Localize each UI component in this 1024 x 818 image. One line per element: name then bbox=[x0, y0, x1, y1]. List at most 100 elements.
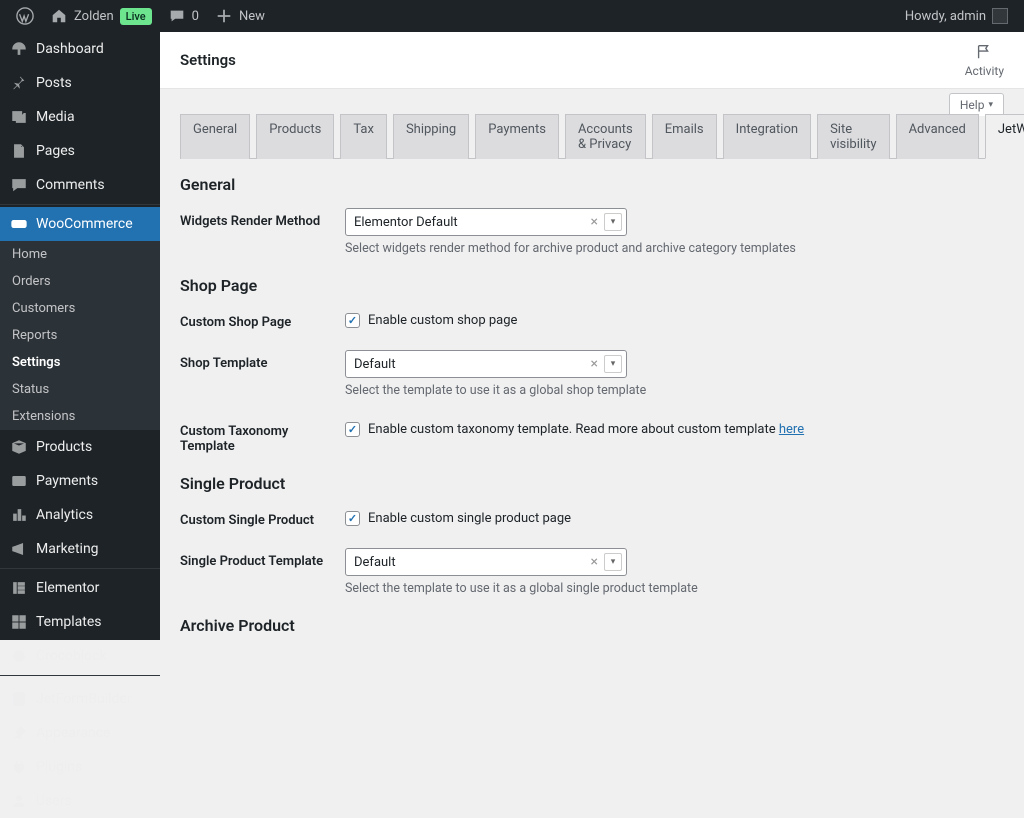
home-icon bbox=[50, 7, 68, 25]
chevron-down-icon[interactable]: ▾ bbox=[604, 213, 622, 231]
comments-count: 0 bbox=[192, 9, 199, 24]
single-template-select[interactable]: Default × ▾ bbox=[345, 548, 627, 576]
taxonomy-link[interactable]: here bbox=[779, 422, 804, 437]
sidebar-item-label: Users bbox=[36, 793, 72, 809]
tab-payments[interactable]: Payments bbox=[475, 114, 559, 159]
sidebar-item-dashboard[interactable]: Dashboard bbox=[0, 32, 160, 66]
sidebar-item-label: Analytics bbox=[36, 507, 93, 523]
sidebar-item-marketing[interactable]: Marketing bbox=[0, 532, 160, 566]
custom-shop-checkbox[interactable] bbox=[345, 313, 360, 328]
sidebar-item-label: Media bbox=[36, 109, 75, 125]
chevron-down-icon[interactable]: ▾ bbox=[604, 355, 622, 373]
submenu-item-reports[interactable]: Reports bbox=[0, 322, 160, 349]
help-toggle[interactable]: Help bbox=[949, 93, 1004, 116]
site-name: Zolden bbox=[74, 9, 114, 24]
admin-bar: Zolden Live 0 New Howdy, admin bbox=[0, 0, 1024, 32]
submenu-item-status[interactable]: Status bbox=[0, 376, 160, 403]
select-value: Default bbox=[354, 357, 396, 372]
sidebar-item-label: Posts bbox=[36, 75, 72, 91]
activity-button[interactable]: Activity bbox=[965, 43, 1004, 78]
flag-icon bbox=[975, 43, 993, 61]
widgets-render-select[interactable]: Elementor Default × ▾ bbox=[345, 208, 627, 236]
tab-advanced[interactable]: Advanced bbox=[896, 114, 979, 159]
submenu-item-customers[interactable]: Customers bbox=[0, 295, 160, 322]
tab-accounts-privacy[interactable]: Accounts & Privacy bbox=[565, 114, 646, 159]
sidebar-item-templates[interactable]: Templates bbox=[0, 605, 160, 639]
shop-template-desc: Select the template to use it as a globa… bbox=[345, 383, 1004, 398]
widgets-render-label: Widgets Render Method bbox=[180, 208, 345, 229]
sidebar-item-comments[interactable]: Comments bbox=[0, 168, 160, 202]
chevron-down-icon[interactable]: ▾ bbox=[604, 553, 622, 571]
page-title: Settings bbox=[180, 51, 236, 69]
submenu-item-extensions[interactable]: Extensions bbox=[0, 403, 160, 430]
sidebar-item-label: JetFormBuilder bbox=[36, 691, 132, 707]
sidebar-item-products[interactable]: Products bbox=[0, 430, 160, 464]
section-heading-single: Single Product bbox=[180, 474, 1004, 493]
megaphone-icon bbox=[10, 540, 28, 558]
settings-tabs: GeneralProductsTaxShippingPaymentsAccoun… bbox=[180, 113, 1004, 159]
sidebar-item-analytics[interactable]: Analytics bbox=[0, 498, 160, 532]
card-icon bbox=[10, 472, 28, 490]
tab-products[interactable]: Products bbox=[256, 114, 334, 159]
sidebar-item-media[interactable]: Media bbox=[0, 100, 160, 134]
new-label: New bbox=[239, 9, 265, 24]
tab-integration[interactable]: Integration bbox=[723, 114, 811, 159]
sidebar-item-label: Plugins bbox=[36, 759, 82, 775]
tab-tax[interactable]: Tax bbox=[340, 114, 387, 159]
sidebar-item-elementor[interactable]: Elementor bbox=[0, 571, 160, 605]
clear-icon[interactable]: × bbox=[587, 214, 602, 230]
comments-link[interactable]: 0 bbox=[160, 0, 207, 32]
wordpress-icon bbox=[16, 7, 34, 25]
comment-icon bbox=[10, 176, 28, 194]
select-value: Elementor Default bbox=[354, 215, 458, 230]
sidebar-item-label: Marketing bbox=[36, 541, 99, 557]
sidebar-item-label: Appearance bbox=[36, 725, 110, 741]
custom-single-checkbox[interactable] bbox=[345, 511, 360, 526]
avatar bbox=[992, 8, 1008, 24]
sidebar-item-jetformbuilder[interactable]: JetFormBuilder bbox=[0, 682, 160, 716]
sidebar-item-label: Elementor bbox=[36, 580, 99, 596]
taxonomy-cb-text: Enable custom taxonomy template. Read mo… bbox=[368, 422, 804, 437]
submenu-item-orders[interactable]: Orders bbox=[0, 268, 160, 295]
sidebar-item-payments[interactable]: Payments bbox=[0, 464, 160, 498]
submenu-item-home[interactable]: Home bbox=[0, 241, 160, 268]
sidebar-item-label: Crocoblock bbox=[36, 648, 107, 664]
taxonomy-label: Custom Taxonomy Template bbox=[180, 418, 345, 454]
tab-shipping[interactable]: Shipping bbox=[393, 114, 469, 159]
shop-template-select[interactable]: Default × ▾ bbox=[345, 350, 627, 378]
media-icon bbox=[10, 108, 28, 126]
tab-emails[interactable]: Emails bbox=[652, 114, 717, 159]
box-icon bbox=[10, 438, 28, 456]
sidebar-item-plugins[interactable]: Plugins bbox=[0, 750, 160, 784]
admin-sidebar: Dashboard Posts Media PagesComments WooComme… bbox=[0, 32, 160, 640]
page-icon bbox=[10, 142, 28, 160]
sidebar-item-posts[interactable]: Posts bbox=[0, 66, 160, 100]
section-heading-general: General bbox=[180, 175, 1004, 194]
site-name-link[interactable]: Zolden Live bbox=[42, 0, 160, 32]
clear-icon[interactable]: × bbox=[587, 554, 602, 570]
tab-general[interactable]: General bbox=[180, 114, 250, 159]
new-content-link[interactable]: New bbox=[207, 0, 273, 32]
plug-icon bbox=[10, 758, 28, 776]
custom-single-cb-label: Enable custom single product page bbox=[368, 511, 571, 526]
main-content: Help GeneralProductsTaxShippingPaymentsA… bbox=[160, 89, 1024, 640]
sidebar-item-appearance[interactable]: Appearance bbox=[0, 716, 160, 750]
wp-logo[interactable] bbox=[8, 0, 42, 32]
sidebar-item-pages[interactable]: Pages bbox=[0, 134, 160, 168]
elementor-icon bbox=[10, 579, 28, 597]
tab-site-visibility[interactable]: Site visibility bbox=[817, 114, 890, 159]
howdy-link[interactable]: Howdy, admin bbox=[897, 0, 1016, 32]
submenu-item-settings[interactable]: Settings bbox=[0, 349, 160, 376]
sidebar-item-label: Payments bbox=[36, 473, 98, 489]
activity-label: Activity bbox=[965, 64, 1004, 78]
grid-icon bbox=[10, 613, 28, 631]
sidebar-item-crocoblock[interactable]: Crocoblock bbox=[0, 639, 160, 673]
sidebar-item-woocommerce[interactable]: WooCommerce bbox=[0, 207, 160, 241]
clear-icon[interactable]: × bbox=[587, 356, 602, 372]
single-template-desc: Select the template to use it as a globa… bbox=[345, 581, 1004, 596]
taxonomy-checkbox[interactable] bbox=[345, 422, 360, 437]
section-heading-shop: Shop Page bbox=[180, 276, 1004, 295]
tab-jetwoobuilder[interactable]: JetWooBuilder bbox=[985, 114, 1024, 159]
sidebar-item-users[interactable]: Users bbox=[0, 784, 160, 818]
bars-icon bbox=[10, 506, 28, 524]
